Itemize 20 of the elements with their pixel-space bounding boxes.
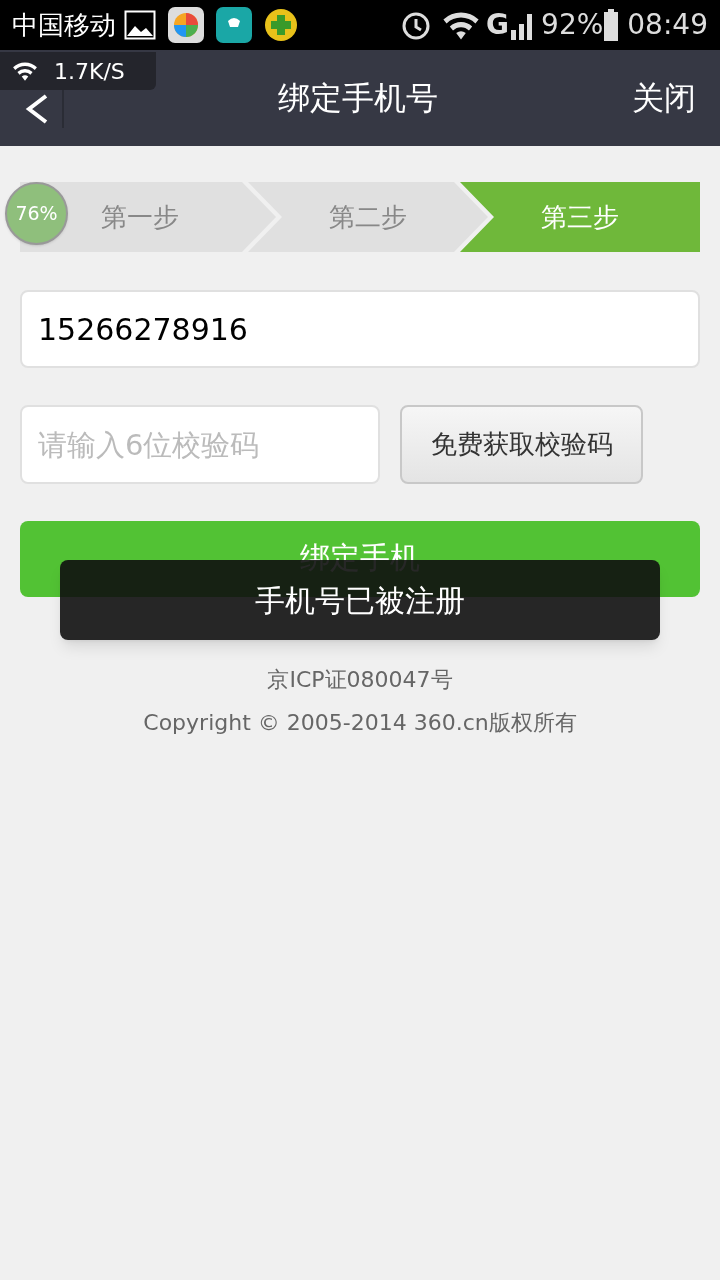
phone-field[interactable]: 15266278916 bbox=[20, 290, 700, 368]
image-icon bbox=[124, 10, 156, 40]
carrier-name: 中国移动 bbox=[12, 8, 116, 42]
network-speed: 1.7K/S bbox=[54, 57, 125, 86]
battery-percent: 92% bbox=[541, 7, 604, 43]
app-icon bbox=[168, 7, 204, 43]
battery-icon bbox=[603, 9, 620, 41]
icp-license: 京ICP证080047号 bbox=[266, 666, 454, 694]
memory-percent: 76% bbox=[15, 201, 58, 227]
close-button[interactable]: 关闭 bbox=[632, 74, 696, 122]
clock: 08:49 bbox=[627, 7, 708, 43]
network-type: G bbox=[486, 7, 510, 43]
app-icon bbox=[216, 7, 252, 43]
page-title: 绑定手机号 bbox=[277, 78, 439, 119]
get-code-button[interactable]: 免费获取校验码 bbox=[400, 405, 643, 484]
wifi-icon bbox=[12, 60, 38, 82]
plus-icon bbox=[264, 8, 298, 42]
error-toast: 手机号已被注册 bbox=[60, 560, 660, 640]
copyright-text: Copyright © 2005-2014 360.cn版权所有 bbox=[142, 709, 578, 737]
code-field[interactable]: 请输入6位校验码 bbox=[20, 405, 380, 484]
